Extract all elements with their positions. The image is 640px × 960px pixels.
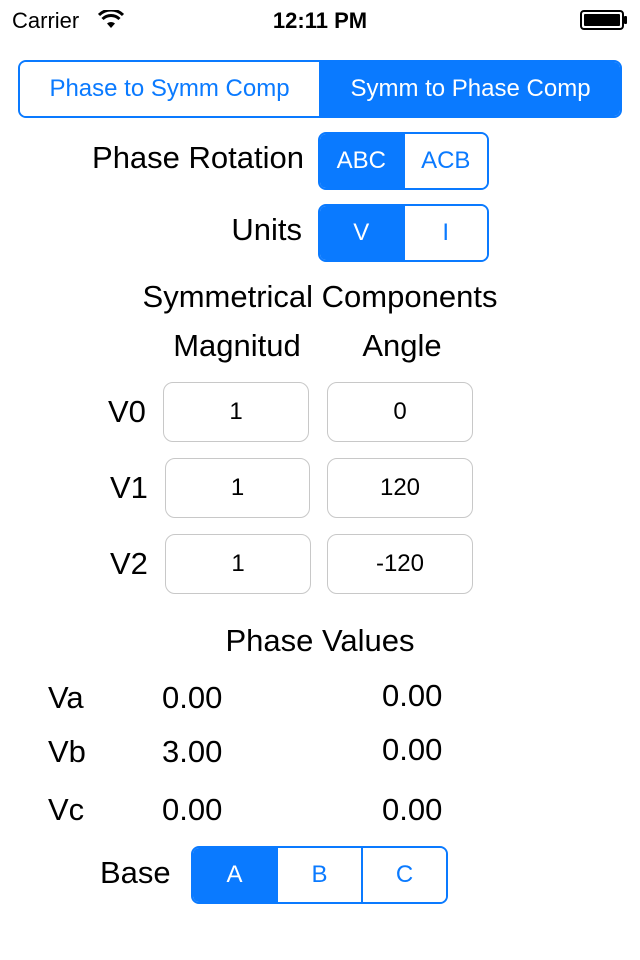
- vc-angle-value: 0.00: [382, 792, 443, 827]
- v0-angle-field[interactable]: 0: [327, 382, 473, 442]
- base-a-option[interactable]: A: [193, 848, 276, 902]
- phase-rotation-label: Phase Rotation: [92, 140, 304, 175]
- vb-angle-value: 0.00: [382, 732, 443, 767]
- v1-label: V1: [110, 470, 148, 505]
- vb-label: Vb: [48, 734, 86, 769]
- va-label: Va: [48, 680, 84, 715]
- units-control: V I: [318, 204, 489, 262]
- base-control: A B C: [191, 846, 448, 904]
- base-c-option[interactable]: C: [361, 848, 446, 902]
- rotation-acb-option[interactable]: ACB: [402, 134, 487, 188]
- v0-label: V0: [108, 394, 146, 429]
- base-b-option[interactable]: B: [276, 848, 361, 902]
- v0-magnitude-field[interactable]: 1: [163, 382, 309, 442]
- va-magnitude-value: 0.00: [162, 680, 223, 715]
- phase-rotation-control: ABC ACB: [318, 132, 489, 190]
- units-i-option[interactable]: I: [402, 206, 487, 260]
- vc-magnitude-value: 0.00: [162, 792, 223, 827]
- angle-column-header: Angle: [362, 328, 442, 363]
- units-v-option[interactable]: V: [320, 206, 403, 260]
- magnitude-column-header: Magnitud: [173, 328, 301, 363]
- units-label: Units: [231, 212, 302, 247]
- v1-magnitude-field[interactable]: 1: [165, 458, 310, 518]
- v2-magnitude-field[interactable]: 1: [165, 534, 311, 594]
- va-angle-value: 0.00: [382, 678, 443, 713]
- tab-phase-to-symm[interactable]: Phase to Symm Comp: [20, 62, 319, 116]
- vb-magnitude-value: 3.00: [162, 734, 223, 769]
- v2-angle-field[interactable]: -120: [327, 534, 473, 594]
- base-label: Base: [100, 855, 171, 890]
- phase-values-title: Phase Values: [225, 623, 415, 658]
- rotation-abc-option[interactable]: ABC: [320, 134, 403, 188]
- mode-segmented-control: Phase to Symm Comp Symm to Phase Comp: [18, 60, 622, 118]
- v2-label: V2: [110, 546, 148, 581]
- vc-label: Vc: [48, 792, 85, 827]
- tab-symm-to-phase[interactable]: Symm to Phase Comp: [319, 62, 620, 116]
- v1-angle-field[interactable]: 120: [327, 458, 473, 518]
- clock: 12:11 PM: [272, 8, 368, 33]
- battery-icon: [580, 10, 627, 30]
- symm-components-title: Symmetrical Components: [142, 279, 498, 314]
